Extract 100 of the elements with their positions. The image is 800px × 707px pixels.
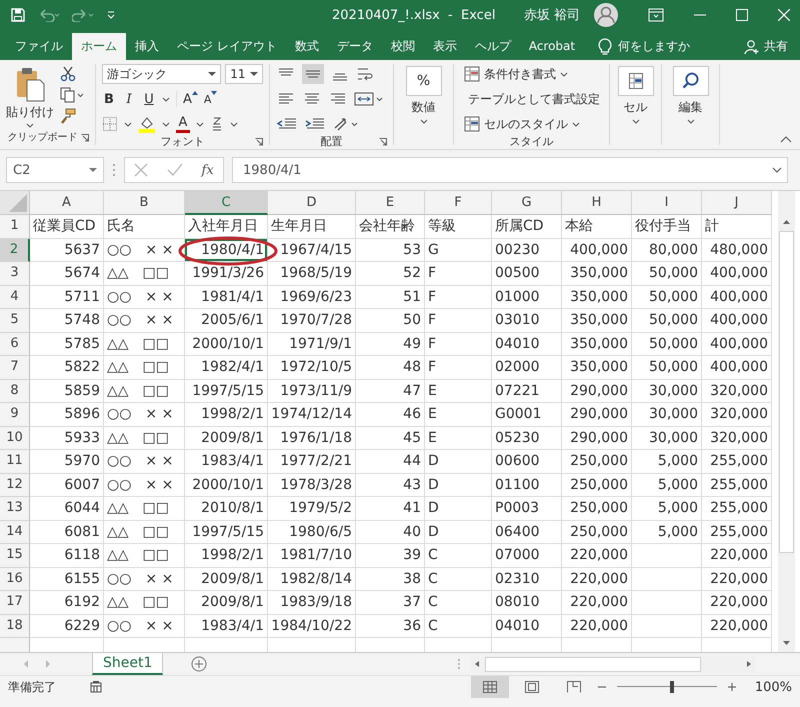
insert-function-button[interactable]: fx (202, 162, 214, 178)
add-sheet-icon[interactable] (191, 656, 208, 672)
ribbon-tab[interactable]: 挿入 (126, 33, 168, 60)
ribbon-display-icon[interactable] (648, 8, 664, 22)
underline-button[interactable]: U (142, 92, 156, 106)
font-size-dropdown[interactable]: 11 (225, 64, 263, 84)
row-header[interactable]: 10 (0, 426, 30, 450)
row-header[interactable]: 7 (0, 356, 30, 380)
avatar-icon[interactable] (594, 3, 618, 27)
row-header[interactable]: 3 (0, 262, 30, 286)
row-header[interactable]: 16 (0, 568, 30, 591)
row-header[interactable]: 9 (0, 403, 30, 426)
column-header[interactable]: D (268, 191, 356, 215)
collapse-ribbon-icon[interactable] (780, 135, 792, 143)
ribbon-tab[interactable]: ページ レイアウト (168, 33, 286, 60)
ribbon-tab[interactable]: ホーム (72, 33, 126, 60)
user-name[interactable]: 赤坂 裕司 (524, 6, 580, 24)
row-header[interactable]: 11 (0, 450, 30, 474)
row-header[interactable]: 5 (0, 309, 30, 332)
column-header[interactable]: A (30, 191, 104, 215)
caret-icon[interactable] (162, 96, 170, 102)
row-header[interactable]: 1 (0, 215, 30, 238)
ribbon-tab[interactable]: ファイル (6, 33, 72, 60)
font-name-dropdown[interactable]: 游ゴシック (102, 64, 222, 84)
table-cell: 400,000 (702, 286, 772, 309)
column-header[interactable]: J (702, 191, 772, 215)
share-button[interactable]: 共有 (744, 33, 788, 60)
launcher-icon[interactable] (255, 138, 263, 146)
macro-recording-icon[interactable] (90, 681, 102, 693)
caret-icon[interactable] (196, 122, 204, 126)
style-menu-button[interactable]: セルのスタイル (464, 114, 603, 134)
save-icon[interactable] (10, 7, 26, 23)
row-header[interactable]: 15 (0, 544, 30, 568)
row-header[interactable]: 17 (0, 591, 30, 614)
launcher-icon[interactable] (81, 134, 89, 142)
scissors-icon[interactable] (60, 66, 76, 82)
bold-button[interactable]: B (102, 92, 116, 106)
style-menu-button[interactable]: 条件付き書式 (464, 64, 603, 84)
zoom-level[interactable]: 100% (754, 680, 792, 694)
ribbon-tab[interactable]: データ (328, 33, 382, 60)
table-cell: 1969/6/23 (268, 286, 356, 309)
row-header[interactable]: 12 (0, 474, 30, 497)
table-cell: C (425, 591, 492, 614)
row-header[interactable]: 4 (0, 286, 30, 309)
font-color-button[interactable]: A (176, 116, 190, 132)
close-icon[interactable] (778, 9, 790, 21)
italic-button[interactable]: I (122, 92, 136, 106)
format-painter-icon[interactable] (60, 108, 76, 124)
shrink-font-button[interactable]: A (204, 92, 212, 106)
view-button[interactable] (470, 676, 509, 698)
launcher-icon[interactable] (379, 138, 387, 146)
vertical-scrollbar[interactable] (778, 191, 795, 652)
expand-icon[interactable] (772, 167, 782, 173)
cells-button[interactable]: セル (616, 64, 655, 124)
editing-button[interactable]: 編集 (668, 64, 713, 124)
row-header[interactable]: 13 (0, 497, 30, 520)
zoom-in-icon[interactable] (726, 682, 737, 692)
column-header[interactable]: I (632, 191, 702, 215)
caret-icon[interactable] (230, 122, 238, 126)
name-box[interactable]: C2 (6, 157, 104, 183)
borders-icon[interactable] (102, 116, 118, 132)
column-header[interactable]: G (492, 191, 562, 215)
grow-font-button[interactable]: A (183, 92, 192, 106)
column-header[interactable]: H (562, 191, 632, 215)
ribbon-tab[interactable]: 表示 (424, 33, 466, 60)
column-header[interactable]: F (425, 191, 492, 215)
align-middle-icon[interactable] (302, 64, 324, 84)
ribbon-tab[interactable]: 数式 (286, 33, 328, 60)
row-header[interactable]: 14 (0, 520, 30, 544)
style-menu-button[interactable]: テーブルとして書式設定 (464, 89, 603, 109)
ribbon-tab[interactable]: ヘルプ (466, 33, 520, 60)
paste-button[interactable]: 貼り付け (6, 64, 54, 129)
merge-icon[interactable] (354, 91, 384, 107)
copy-icon[interactable] (60, 87, 84, 103)
table-cell: 6081 (30, 520, 104, 544)
table-cell: 1982/8/14 (268, 568, 356, 591)
row-header[interactable]: 2 (0, 238, 30, 262)
sheet-tab[interactable]: Sheet1 (92, 653, 164, 675)
ribbon-tab[interactable]: 校閲 (382, 33, 424, 60)
zoom-slider-thumb[interactable] (670, 681, 674, 693)
maximize-icon[interactable] (736, 9, 748, 21)
customize-icon[interactable] (106, 10, 116, 20)
column-header[interactable]: B (104, 191, 185, 215)
lightbulb-icon[interactable] (598, 38, 612, 56)
table-cell: △△ □□ (104, 520, 185, 544)
table-cell: 1974/12/14 (268, 403, 356, 426)
row-header[interactable]: 8 (0, 380, 30, 403)
column-header[interactable]: C (185, 191, 268, 215)
column-header[interactable]: E (356, 191, 425, 215)
caret-icon[interactable] (162, 122, 170, 126)
tell-me-field[interactable]: 何をしますか (618, 38, 690, 55)
row-header[interactable]: 6 (0, 332, 30, 356)
fill-color-icon[interactable] (138, 115, 156, 133)
row-header[interactable]: 18 (0, 614, 30, 638)
ribbon-tab[interactable]: Acrobat (520, 33, 584, 60)
caret-icon[interactable] (124, 122, 132, 126)
splitter-icon[interactable] (112, 163, 116, 177)
phonetic-icon[interactable] (210, 116, 224, 132)
formula-input[interactable]: 1980/4/1 (232, 157, 788, 183)
number-format-button[interactable]: % 数値 (400, 64, 447, 124)
